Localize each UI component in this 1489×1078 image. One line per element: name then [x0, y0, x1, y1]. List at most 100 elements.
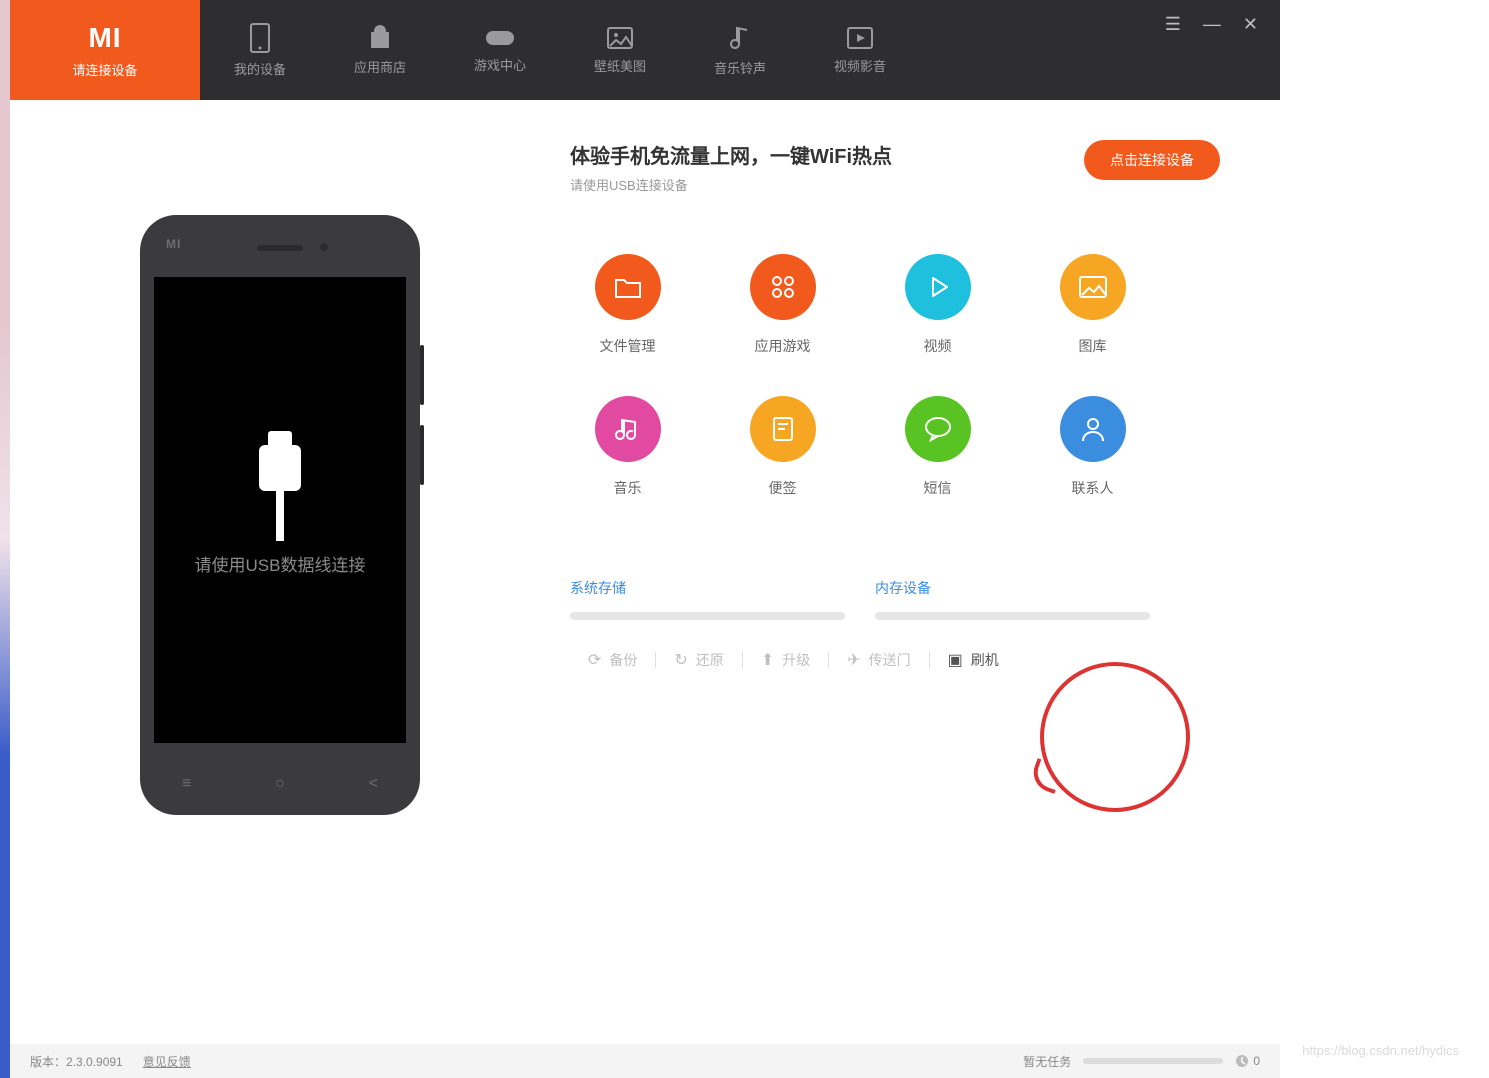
window-controls: ☰ — ✕	[1165, 0, 1280, 100]
storage-system[interactable]: 系统存储	[570, 578, 845, 620]
action-label: 还原	[696, 650, 724, 670]
storage-bar	[570, 612, 845, 620]
status-bar: 版本：2.3.0.9091 意见反馈 暂无任务 0	[10, 1044, 1280, 1078]
note-page-icon	[750, 396, 816, 462]
reload-icon: ↻	[674, 650, 687, 670]
action-upgrade[interactable]: ⬆ 升级	[743, 650, 828, 670]
action-label: 传送门	[869, 650, 911, 670]
person-icon	[1060, 396, 1126, 462]
action-restore[interactable]: ↻ 还原	[656, 650, 741, 670]
tab-my-device[interactable]: 我的设备	[200, 0, 320, 100]
feature-gallery[interactable]: 图库	[1035, 254, 1150, 356]
feature-label: 音乐	[614, 478, 642, 498]
task-count-icon	[1235, 1054, 1249, 1068]
feature-notes[interactable]: 便签	[725, 396, 840, 498]
action-backup[interactable]: ⟳ 备份	[570, 650, 655, 670]
headline: 体验手机免流量上网，一键WiFi热点 请使用USB连接设备	[570, 140, 892, 194]
music-icon	[729, 24, 751, 52]
task-progress-bar	[1083, 1058, 1223, 1064]
tab-label: 请连接设备	[72, 60, 137, 79]
feature-sms[interactable]: 短信	[880, 396, 995, 498]
image-icon	[1060, 254, 1126, 320]
task-count-number: 0	[1253, 1054, 1260, 1068]
action-row: ⟳ 备份 ↻ 还原 ⬆ 升级 ✈ 传送门 ▣ 刷机	[570, 650, 1170, 670]
phone-brand: MI	[166, 237, 181, 251]
feature-label: 联系人	[1072, 478, 1114, 498]
folder-icon	[595, 254, 661, 320]
main-body: MI 请使用USB数据线连接 ≡ ○ < 体验手机免流量上网，一键	[10, 100, 1280, 930]
left-edge-artifact	[0, 0, 10, 1078]
feature-label: 视频	[924, 336, 952, 356]
tab-music[interactable]: 音乐铃声	[680, 0, 800, 100]
mi-logo-icon: MI	[88, 22, 121, 54]
action-label: 升级	[782, 650, 810, 670]
up-icon: ⬆	[761, 650, 774, 670]
headline-row: 体验手机免流量上网，一键WiFi热点 请使用USB连接设备 点击连接设备	[570, 140, 1220, 194]
paper-plane-icon: ✈	[847, 650, 860, 670]
storage-label: 系统存储	[570, 578, 845, 598]
phone-side-button	[420, 425, 424, 485]
refresh-icon: ⟳	[588, 650, 601, 670]
phone-camera	[320, 243, 328, 251]
storage-bar	[875, 612, 1150, 620]
feature-music[interactable]: 音乐	[570, 396, 685, 498]
note-icon	[595, 396, 661, 462]
tab-label: 视频影音	[834, 56, 886, 75]
phone-frame: MI 请使用USB数据线连接 ≡ ○ <	[140, 215, 420, 815]
action-label: 刷机	[971, 650, 999, 670]
tab-label: 游戏中心	[474, 55, 526, 74]
phone-prompt: 请使用USB数据线连接	[195, 551, 366, 576]
close-icon[interactable]: ✕	[1243, 14, 1258, 35]
main-panel: 体验手机免流量上网，一键WiFi热点 请使用USB连接设备 点击连接设备 文件管…	[550, 100, 1280, 930]
action-flash[interactable]: ▣ 刷机	[930, 650, 1017, 670]
game-icon	[485, 27, 515, 49]
action-label: 备份	[609, 650, 637, 670]
feature-video[interactable]: 视频	[880, 254, 995, 356]
apps-icon	[750, 254, 816, 320]
phone-speaker	[257, 245, 303, 251]
tab-video[interactable]: 视频影音	[800, 0, 920, 100]
task-count[interactable]: 0	[1235, 1054, 1260, 1068]
headline-title: 体验手机免流量上网，一键WiFi热点	[570, 140, 892, 169]
video-icon	[846, 26, 874, 50]
play-icon	[905, 254, 971, 320]
flash-box-icon: ▣	[948, 650, 963, 670]
app-window: MI 请连接设备 我的设备 应用商店 游戏中心 壁纸美图 音乐铃声 视频影音 ☰	[10, 0, 1280, 930]
phone-soft-keys: ≡ ○ <	[140, 775, 420, 793]
device-icon	[249, 23, 271, 53]
storage-row: 系统存储 内存设备	[570, 578, 1150, 620]
tab-connect-device[interactable]: MI 请连接设备	[10, 0, 200, 100]
phone-panel: MI 请使用USB数据线连接 ≡ ○ <	[10, 100, 550, 930]
task-status: 暂无任务	[1023, 1053, 1071, 1070]
feature-apps-games[interactable]: 应用游戏	[725, 254, 840, 356]
minimize-icon[interactable]: —	[1203, 14, 1221, 35]
tab-app-store[interactable]: 应用商店	[320, 0, 440, 100]
tab-wallpaper[interactable]: 壁纸美图	[560, 0, 680, 100]
feature-file-manager[interactable]: 文件管理	[570, 254, 685, 356]
usb-plug-icon	[259, 445, 301, 491]
home-key-icon: ○	[275, 775, 285, 793]
menu-icon[interactable]: ☰	[1165, 14, 1181, 35]
version-text: 版本：2.3.0.9091	[30, 1053, 123, 1070]
phone-screen: 请使用USB数据线连接	[154, 277, 406, 743]
feature-label: 应用游戏	[755, 336, 811, 356]
action-portal[interactable]: ✈ 传送门	[829, 650, 928, 670]
menu-key-icon: ≡	[182, 775, 191, 793]
watermark: https://blog.csdn.net/hydics	[1302, 1043, 1459, 1058]
titlebar: MI 请连接设备 我的设备 应用商店 游戏中心 壁纸美图 音乐铃声 视频影音 ☰	[10, 0, 1280, 100]
feature-grid: 文件管理 应用游戏 视频 图库 音乐	[570, 254, 1150, 498]
back-key-icon: <	[369, 775, 378, 793]
headline-subtitle: 请使用USB连接设备	[570, 175, 892, 194]
feature-contacts[interactable]: 联系人	[1035, 396, 1150, 498]
feature-label: 便签	[769, 478, 797, 498]
tab-label: 音乐铃声	[714, 58, 766, 77]
tab-label: 应用商店	[354, 57, 406, 76]
feature-label: 文件管理	[600, 336, 656, 356]
tab-game-center[interactable]: 游戏中心	[440, 0, 560, 100]
storage-memory[interactable]: 内存设备	[875, 578, 1150, 620]
chat-icon	[905, 396, 971, 462]
feedback-link[interactable]: 意见反馈	[143, 1053, 191, 1070]
feature-label: 短信	[924, 478, 952, 498]
connect-device-button[interactable]: 点击连接设备	[1084, 140, 1220, 180]
store-icon	[367, 25, 393, 51]
